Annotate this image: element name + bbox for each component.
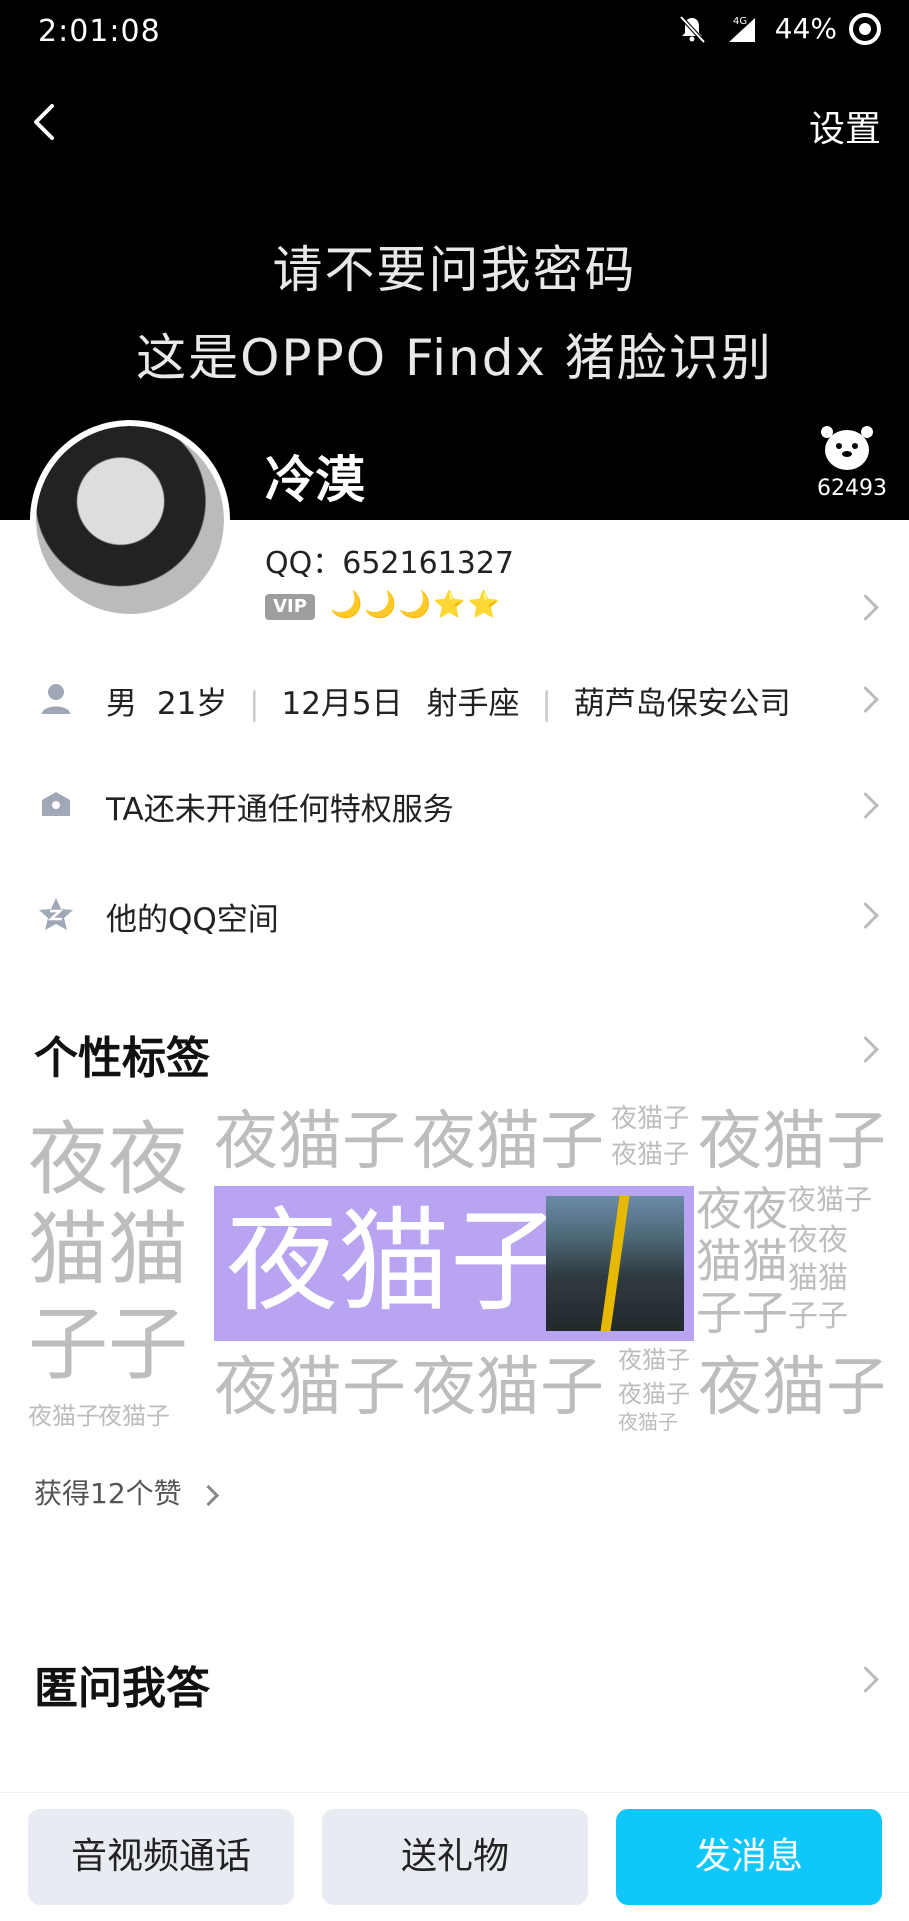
divider: |: [249, 686, 260, 722]
age: 21岁: [156, 686, 228, 722]
tag-word: 夜夜: [696, 1182, 788, 1236]
tag-word: 子子: [28, 1298, 188, 1391]
qq-number: QQ：652161327: [265, 546, 515, 581]
back-arrow-icon[interactable]: [18, 92, 70, 152]
send-gift-button[interactable]: 送礼物: [322, 1809, 588, 1905]
qa-section-title: 匿问我答: [34, 1663, 210, 1714]
status-time: 2:01:08: [38, 14, 161, 49]
tag-word: 夜猫子: [214, 1351, 406, 1425]
penguin-mascot-icon[interactable]: [815, 418, 879, 474]
chevron-right-icon[interactable]: [852, 1036, 879, 1063]
profile-name: 冷漠: [265, 451, 365, 509]
divider: |: [541, 686, 552, 722]
tag-word: 夜猫子: [618, 1380, 690, 1408]
company: 葫芦岛保安公司: [573, 686, 791, 722]
tag-word: 夜猫子: [412, 1105, 604, 1179]
status-icons: 4G 44%: [677, 12, 881, 45]
tag-cloud[interactable]: 夜夜 猫猫 子子 夜猫子 夜猫子 夜猫子 夜猫子 夜猫子 夜猫子 夜猫子 夜猫子…: [28, 1100, 883, 1440]
highlighted-tag[interactable]: 夜猫子: [214, 1186, 694, 1341]
settings-button[interactable]: 设置: [809, 100, 881, 152]
highlighted-tag-text: 夜猫子: [226, 1197, 562, 1327]
person-icon: [42, 684, 70, 714]
tag-word: 夜猫子: [618, 1410, 678, 1434]
profile-basic-info-row[interactable]: 男 21岁 | 12月5日 射手座 | 葫芦岛保安公司: [0, 652, 909, 742]
tag-word: 夜猫子: [214, 1105, 406, 1179]
privilege-row[interactable]: TA还未开通任何特权服务: [0, 758, 909, 848]
svg-text:4G: 4G: [733, 16, 747, 27]
tag-word: 夜猫子: [788, 1183, 873, 1216]
status-bar: 2:01:08 4G 44%: [0, 0, 909, 68]
tag-word: 夜猫子: [611, 1104, 690, 1134]
avatar[interactable]: [30, 420, 230, 620]
qzone-text: 他的QQ空间: [106, 902, 279, 938]
bottom-action-bar: 音视频通话 送礼物 发消息: [0, 1792, 909, 1921]
signal-4g-icon: 4G: [728, 16, 755, 42]
privilege-text: TA还未开通任何特权服务: [106, 792, 454, 828]
chevron-right-icon[interactable]: [852, 594, 879, 621]
tag-word: 猫猫: [788, 1261, 848, 1296]
chevron-right-icon[interactable]: [852, 1666, 879, 1693]
tag-word: 夜夜: [788, 1223, 848, 1258]
mascot-count: 62493: [817, 476, 887, 501]
qzone-star-icon: [39, 898, 73, 930]
tag-word: 夜夜: [28, 1113, 188, 1206]
chevron-right-icon: [852, 686, 879, 713]
avatar-image: [36, 426, 224, 614]
vip-badge: VIP: [265, 594, 315, 620]
tag-word: 猫猫: [696, 1234, 788, 1288]
gender: 男: [106, 686, 137, 722]
zodiac: 射手座: [426, 686, 520, 722]
chevron-right-icon: [852, 792, 879, 819]
likes-count[interactable]: 获得12个赞: [34, 1472, 219, 1512]
basic-info-text: 男 21岁 | 12月5日 射手座 | 葫芦岛保安公司: [106, 678, 791, 723]
tag-word: 夜猫子: [28, 1402, 100, 1430]
tag-word: 夜猫子: [611, 1140, 690, 1170]
video-call-button[interactable]: 音视频通话: [28, 1809, 294, 1905]
tag-word: 夜猫子: [698, 1105, 883, 1179]
qq-level-icons: 🌙🌙🌙⭐⭐: [330, 590, 502, 620]
mute-bell-icon: [679, 15, 706, 43]
cover-caption-line1: 请不要问我密码: [272, 241, 637, 299]
crown-badge-icon: [42, 792, 70, 816]
tag-photo-road: [546, 1196, 684, 1331]
chevron-right-icon: [197, 1484, 219, 1506]
tag-word: 猫猫: [28, 1203, 188, 1296]
tag-word: 夜猫子: [698, 1351, 883, 1425]
tag-word: 夜猫子: [98, 1402, 170, 1430]
tag-word: 子子: [788, 1299, 848, 1334]
battery-percent: 44%: [774, 12, 837, 45]
tags-section-title: 个性标签: [34, 1033, 210, 1084]
tag-word: 夜猫子: [618, 1346, 690, 1374]
qzone-row[interactable]: 他的QQ空间: [0, 868, 909, 958]
tag-word: 子子: [696, 1286, 788, 1340]
send-message-button[interactable]: 发消息: [616, 1809, 882, 1905]
cover-caption-line2: 这是OPPO Findx 猪脸识别: [136, 329, 773, 387]
tag-word: 夜猫子: [412, 1351, 604, 1425]
battery-ring-icon: [849, 12, 881, 45]
chevron-right-icon: [852, 902, 879, 929]
birthday: 12月5日: [281, 686, 403, 722]
